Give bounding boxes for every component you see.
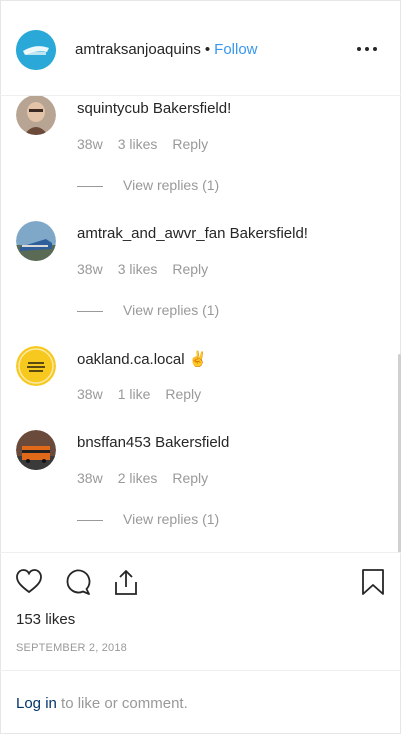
reply-button[interactable]: Reply [165, 386, 201, 402]
post-actions: 153 likes SEPTEMBER 2, 2018 [0, 552, 401, 670]
view-replies-label: View replies (1) [123, 302, 220, 318]
post-header: amtraksanjoaquins • Follow [0, 0, 401, 96]
view-replies-button[interactable]: View replies (1) [77, 177, 219, 193]
comment-text: oakland.ca.local ✌ [77, 350, 207, 368]
comment-body: Bakersfield! [229, 225, 308, 242]
commenter-avatar[interactable] [16, 346, 56, 386]
comment-meta: 38w 3 likes Reply [77, 261, 223, 277]
comment-likes[interactable]: 1 like [118, 386, 151, 402]
more-options-icon[interactable] [355, 41, 379, 57]
header-separator: • [204, 41, 211, 58]
comment-likes[interactable]: 2 likes [118, 470, 158, 486]
comment-username[interactable]: squintycub [77, 100, 149, 117]
comment-body: Bakersfield! [152, 100, 232, 117]
comment-meta: 38w 2 likes Reply [77, 470, 223, 486]
comment-body: ✌ [188, 351, 208, 368]
reply-button[interactable]: Reply [172, 470, 208, 486]
likes-count[interactable]: 153 likes [16, 611, 75, 628]
comment-username[interactable]: bnsffan453 [77, 434, 151, 451]
view-replies-button[interactable]: View replies (1) [77, 302, 219, 318]
follow-button[interactable]: Follow [214, 41, 257, 58]
comment-text: bnsffan453 Bakersfield [77, 434, 229, 451]
comment-age[interactable]: 38w [77, 470, 103, 486]
view-replies-button[interactable]: View replies (1) [77, 511, 219, 527]
commenter-avatar[interactable] [16, 221, 56, 261]
comment-username[interactable]: amtrak_and_awvr_fan [77, 225, 225, 242]
account-username[interactable]: amtraksanjoaquins [75, 41, 201, 58]
login-link[interactable]: Log in [16, 695, 57, 712]
login-message: Log in to like or comment. [16, 695, 188, 712]
account-avatar[interactable] [16, 30, 56, 70]
replies-divider [77, 310, 103, 312]
comment-age[interactable]: 38w [77, 136, 103, 152]
comment-text: amtrak_and_awvr_fan Bakersfield! [77, 225, 308, 242]
comments-list[interactable]: squintycub Bakersfield! 38w 3 likes Reply … [0, 96, 401, 552]
login-prompt: Log in to like or comment. [0, 670, 401, 734]
comment-meta: 38w 1 like Reply [77, 386, 216, 402]
post-date[interactable]: SEPTEMBER 2, 2018 [16, 642, 127, 654]
comment-age[interactable]: 38w [77, 386, 103, 402]
comment-icon[interactable] [63, 567, 91, 597]
login-suffix: to like or comment. [56, 695, 188, 712]
comment-likes[interactable]: 3 likes [118, 261, 158, 277]
comment-body: Bakersfield [155, 434, 230, 451]
commenter-avatar[interactable] [16, 96, 56, 135]
replies-divider [77, 519, 103, 521]
reply-button[interactable]: Reply [172, 136, 208, 152]
comment-age[interactable]: 38w [77, 261, 103, 277]
commenter-avatar[interactable] [16, 430, 56, 470]
comments-scrollbar[interactable] [398, 354, 401, 552]
header-account: amtraksanjoaquins • Follow [75, 41, 258, 58]
view-replies-label: View replies (1) [123, 511, 220, 527]
comment-meta: 38w 3 likes Reply [77, 136, 223, 152]
view-replies-label: View replies (1) [123, 177, 220, 193]
bookmark-icon[interactable] [359, 567, 387, 597]
reply-button[interactable]: Reply [172, 261, 208, 277]
comment-likes[interactable]: 3 likes [118, 136, 158, 152]
comment-username[interactable]: oakland.ca.local [77, 351, 185, 368]
comment-text: squintycub Bakersfield! [77, 100, 231, 117]
share-icon[interactable] [112, 567, 140, 597]
heart-icon[interactable] [15, 567, 43, 597]
replies-divider [77, 185, 103, 187]
